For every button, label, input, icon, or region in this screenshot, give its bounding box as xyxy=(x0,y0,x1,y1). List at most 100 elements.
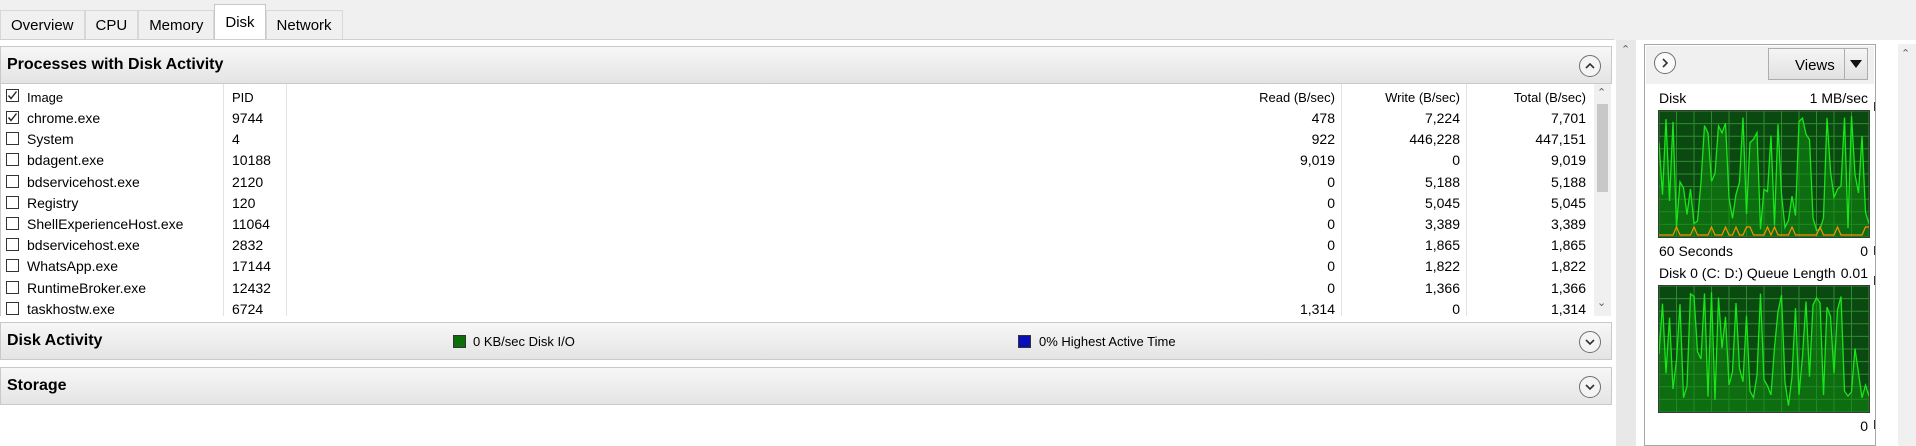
process-checkbox[interactable] xyxy=(6,132,19,146)
scroll-up-icon[interactable]: ⌃ xyxy=(1621,43,1630,56)
column-header-read[interactable]: Read (B/sec) xyxy=(1241,90,1335,105)
views-button[interactable]: Views xyxy=(1768,48,1868,80)
views-dropdown[interactable] xyxy=(1844,49,1867,79)
table-row[interactable]: bdservicehost.exe 2832 0 1,865 1,865 xyxy=(1,235,1597,256)
tab-overview[interactable]: Overview xyxy=(0,10,85,40)
process-pid: 2120 xyxy=(232,173,264,190)
process-image-name: System xyxy=(27,131,74,148)
processes-section-header[interactable]: Processes with Disk Activity xyxy=(0,46,1612,84)
chevron-down-icon xyxy=(1585,339,1595,346)
process-checkbox[interactable] xyxy=(6,238,19,252)
table-row[interactable]: ShellExperienceHost.exe 11064 0 3,389 3,389 xyxy=(1,214,1597,235)
table-header-row: Image PID Read (B/sec) Write (B/sec) Tot… xyxy=(1,86,1597,107)
chevron-up-icon xyxy=(1585,62,1595,69)
process-write-rate: 3,389 xyxy=(1424,216,1460,232)
processes-section-title: Processes with Disk Activity xyxy=(7,56,224,73)
disk-graph-time-span: 60 Seconds xyxy=(1659,243,1733,259)
main-scrollbar[interactable]: ⌃ xyxy=(1616,40,1636,446)
expand-panel-button[interactable] xyxy=(1654,52,1676,74)
table-scrollbar[interactable]: ⌃ ⌄ xyxy=(1594,84,1611,316)
process-image-name: RuntimeBroker.exe xyxy=(27,279,147,296)
expand-disk-activity-button[interactable] xyxy=(1579,331,1601,353)
table-row[interactable]: RuntimeBroker.exe 12432 0 1,366 1,366 xyxy=(1,278,1597,299)
tab-memory[interactable]: Memory xyxy=(138,10,215,40)
process-pid: 17144 xyxy=(232,258,271,275)
process-read-rate: 0 xyxy=(1327,279,1335,296)
table-row[interactable]: WhatsApp.exe 17144 0 1,822 1,822 xyxy=(1,256,1597,277)
disk-throughput-chart xyxy=(1659,111,1869,237)
process-image-name: bdservicehost.exe xyxy=(27,237,140,254)
process-checkbox[interactable] xyxy=(6,280,19,294)
process-write-rate: 1,822 xyxy=(1424,258,1460,275)
process-total-rate: 3,389 xyxy=(1550,216,1586,232)
process-checkbox[interactable] xyxy=(6,301,19,315)
process-write-rate: 5,045 xyxy=(1424,194,1460,211)
disk-activity-title: Disk Activity xyxy=(7,332,103,349)
process-read-rate: 0 xyxy=(1327,216,1335,232)
table-row[interactable]: System 4 922 446,228 447,151 xyxy=(1,129,1597,150)
process-read-rate: 9,019 xyxy=(1299,152,1335,169)
tab-cpu[interactable]: CPU xyxy=(84,10,139,40)
process-read-rate: 478 xyxy=(1311,110,1335,126)
process-checkbox[interactable] xyxy=(6,195,19,209)
process-pid: 11064 xyxy=(232,216,270,232)
process-write-rate: 1,865 xyxy=(1424,237,1460,254)
process-pid: 2832 xyxy=(232,237,264,254)
process-write-rate: 446,228 xyxy=(1409,131,1460,148)
collapse-processes-button[interactable] xyxy=(1579,55,1601,77)
column-header-total[interactable]: Total (B/sec) xyxy=(1481,90,1586,105)
process-checkbox[interactable] xyxy=(6,111,19,124)
storage-section-header[interactable]: Storage xyxy=(0,367,1612,405)
process-checkbox[interactable] xyxy=(6,153,19,167)
views-label: Views xyxy=(1795,57,1835,74)
process-image-name: ShellExperienceHost.exe xyxy=(27,216,184,232)
disk-activity-section-header[interactable]: Disk Activity 0 KB/sec Disk I/O 0% Highe… xyxy=(0,322,1612,360)
storage-title: Storage xyxy=(7,377,67,394)
table-row[interactable]: taskhostw.exe 6724 1,314 0 1,314 xyxy=(1,299,1597,316)
process-total-rate: 5,045 xyxy=(1550,194,1586,211)
table-row[interactable]: Registry 120 0 5,045 5,045 xyxy=(1,193,1597,214)
column-header-image[interactable]: Image xyxy=(27,90,63,105)
tab-disk[interactable]: Disk xyxy=(214,4,266,40)
process-total-rate: 5,188 xyxy=(1550,173,1586,190)
scroll-up-icon[interactable]: ⌃ xyxy=(1597,86,1606,99)
queue-graph-min: 0 xyxy=(1860,418,1868,434)
process-checkbox[interactable] xyxy=(6,259,19,273)
process-read-rate: 0 xyxy=(1327,237,1335,254)
column-header-pid[interactable]: PID xyxy=(232,90,254,105)
disk-io-label: 0 KB/sec Disk I/O xyxy=(473,334,575,349)
process-write-rate: 7,224 xyxy=(1424,110,1460,126)
process-total-rate: 447,151 xyxy=(1535,131,1586,148)
column-header-write[interactable]: Write (B/sec) xyxy=(1361,90,1460,105)
table-row[interactable]: bdagent.exe 10188 9,019 0 9,019 xyxy=(1,150,1597,171)
dropdown-arrow-icon xyxy=(1850,60,1862,68)
tab-divider xyxy=(0,39,1614,40)
chevron-down-icon xyxy=(1585,384,1595,391)
process-image-name: bdagent.exe xyxy=(27,152,105,169)
scroll-up-icon[interactable]: ⌃ xyxy=(1901,47,1910,60)
graph-scale-bracket xyxy=(1870,246,1875,255)
panel-scrollbar[interactable]: ⌃ xyxy=(1898,44,1916,446)
process-pid: 12432 xyxy=(232,279,271,296)
process-total-rate: 1,822 xyxy=(1550,258,1586,275)
disk-graph-max: 1 MB/sec xyxy=(1809,90,1868,106)
process-total-rate: 1,865 xyxy=(1550,237,1586,254)
active-time-label: 0% Highest Active Time xyxy=(1039,334,1176,349)
graph-scale-bracket xyxy=(1870,276,1875,285)
table-scroll-thumb[interactable] xyxy=(1597,104,1608,192)
scroll-down-icon[interactable]: ⌄ xyxy=(1597,296,1606,309)
tab-network[interactable]: Network xyxy=(265,10,343,40)
table-row[interactable]: bdservicehost.exe 2120 0 5,188 5,188 xyxy=(1,172,1597,193)
expand-storage-button[interactable] xyxy=(1579,376,1601,398)
process-checkbox[interactable] xyxy=(6,174,19,188)
process-write-rate: 1,366 xyxy=(1424,279,1460,296)
table-row[interactable]: chrome.exe 9744 478 7,224 7,701 xyxy=(1,108,1597,129)
active-time-legend-swatch xyxy=(1018,335,1031,348)
process-read-rate: 1,314 xyxy=(1299,300,1335,316)
graph-scale-bracket xyxy=(1870,102,1875,111)
process-total-rate: 1,314 xyxy=(1550,300,1586,316)
select-all-checkbox[interactable] xyxy=(6,89,19,102)
process-write-rate: 0 xyxy=(1452,152,1460,169)
process-write-rate: 0 xyxy=(1452,300,1460,316)
process-checkbox[interactable] xyxy=(6,217,19,230)
